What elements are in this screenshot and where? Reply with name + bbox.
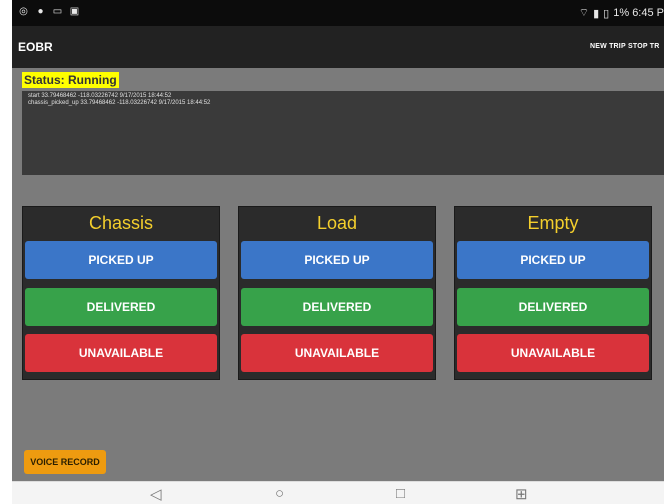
status-log[interactable]: start 33.79468462 -118.03226742 9/17/201… [22,91,664,175]
app-bar: EOBR NEW TRIP STOP TR [12,26,664,68]
empty-picked-up-button[interactable]: PICKED UP [457,241,649,279]
chassis-panel: Chassis PICKED UP DELIVERED UNAVAILABLE [22,206,220,380]
recents-icon[interactable]: □ [396,485,405,502]
panel-title: Empty [527,213,579,233]
wifi-icon: ⌔ [578,7,590,19]
back-icon[interactable]: ◁ [150,485,162,503]
log-line: start 33.79468462 -118.03226742 9/17/201… [28,93,172,99]
message-icon: ▭ [52,6,63,17]
load-picked-up-button[interactable]: PICKED UP [241,241,433,279]
stop-trip-button[interactable]: STOP TR [628,43,659,50]
chassis-picked-up-button[interactable]: PICKED UP [25,241,217,279]
log-line: chassis_picked_up 33.79468462 -118.03226… [28,100,211,106]
chassis-delivered-button[interactable]: DELIVERED [25,288,217,326]
load-unavailable-button[interactable]: UNAVAILABLE [241,334,433,372]
empty-delivered-button[interactable]: DELIVERED [457,288,649,326]
voice-record-button[interactable]: VOICE RECORD [24,450,106,474]
status-label: Status: Running [22,72,119,88]
location-pin-icon: ● [37,6,44,17]
navigation-bar: ◁ ○ □ ⊞ [12,481,664,504]
circle-icon: ◎ [19,6,28,17]
status-time: 1% 6:45 P [613,7,664,19]
image-icon: ▣ [69,6,80,17]
chassis-unavailable-button[interactable]: UNAVAILABLE [25,334,217,372]
screenshot-icon[interactable]: ⊞ [515,485,528,503]
tablet-screen: ◎ ● ▭ ▣ ⌔ ▮ ▯ 1% 6:45 P EOBR NEW TRIP ST… [12,0,664,504]
empty-panel: Empty PICKED UP DELIVERED UNAVAILABLE [454,206,652,380]
app-title: EOBR [18,40,53,54]
status-bar-icons: ◎ ● ▭ ▣ [18,6,80,17]
battery-icon: ▯ [603,7,610,20]
status-bar-right: ⌔ ▮ ▯ 1% 6:45 P [579,6,664,20]
panel-title: Chassis [88,213,154,233]
load-delivered-button[interactable]: DELIVERED [241,288,433,326]
panel-title: Load [316,213,358,233]
home-icon[interactable]: ○ [275,485,284,502]
load-panel: Load PICKED UP DELIVERED UNAVAILABLE [238,206,436,380]
signal-icon: ▮ [593,7,600,20]
system-status-bar: ◎ ● ▭ ▣ ⌔ ▮ ▯ 1% 6:45 P [12,0,664,26]
empty-unavailable-button[interactable]: UNAVAILABLE [457,334,649,372]
new-trip-button[interactable]: NEW TRIP [590,43,626,50]
